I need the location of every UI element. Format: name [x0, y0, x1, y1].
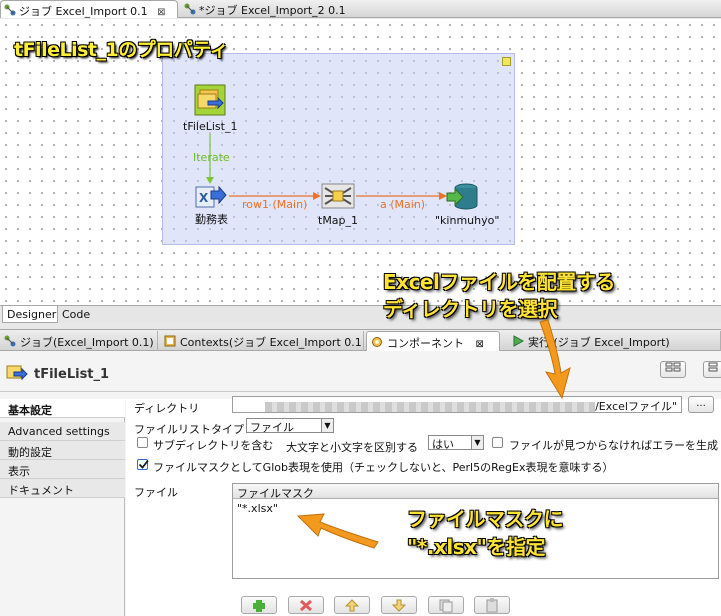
callout-arrows — [296, 319, 571, 549]
arrow-to-filemask — [296, 513, 379, 549]
callout-filemask-line2: "*.xlsx"を指定 — [407, 535, 545, 559]
callout-filemask-line1: ファイルマスクに — [407, 507, 564, 531]
arrow-to-directory — [539, 319, 571, 400]
